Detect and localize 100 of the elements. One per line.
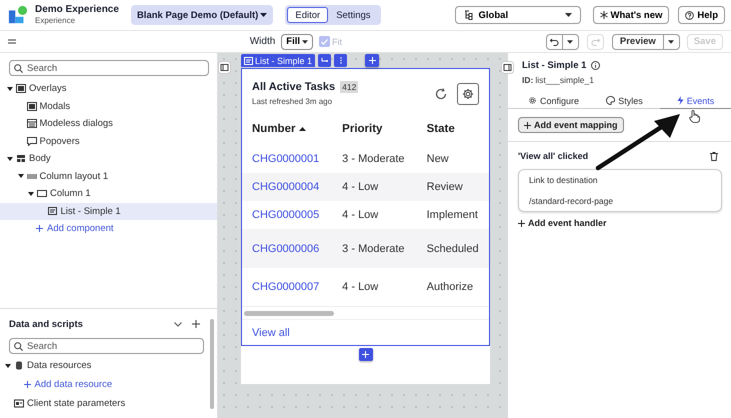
more-button[interactable] bbox=[334, 54, 348, 67]
redo-icon bbox=[590, 38, 600, 46]
mode-tab[interactable]: Settings bbox=[328, 7, 379, 23]
tree-node-icon bbox=[26, 172, 36, 181]
outline-item[interactable]: Popovers bbox=[0, 132, 217, 150]
scrollbar-thumb[interactable] bbox=[244, 310, 334, 316]
width-label: Width bbox=[250, 36, 276, 47]
record-link[interactable]: CHG0000006 bbox=[242, 229, 332, 268]
caret-icon bbox=[28, 190, 34, 197]
plus-icon bbox=[24, 381, 30, 388]
add-component-link[interactable]: Add component bbox=[0, 220, 217, 238]
outline-item[interactable]: Modals bbox=[0, 98, 217, 115]
tree-node-icon bbox=[37, 189, 47, 198]
tree-node-icon bbox=[14, 361, 24, 370]
info-icon[interactable] bbox=[591, 61, 600, 70]
id-value: list___simple_1 bbox=[535, 75, 594, 85]
plus-icon bbox=[36, 225, 43, 232]
table-cell: Authorize bbox=[416, 268, 489, 306]
plus-icon bbox=[368, 57, 376, 64]
gear-icon bbox=[528, 96, 537, 105]
refresh-icon[interactable] bbox=[435, 88, 447, 100]
settings-button[interactable] bbox=[457, 82, 479, 104]
column-header[interactable]: Priority bbox=[332, 113, 417, 145]
connect-button[interactable] bbox=[318, 54, 332, 67]
record-link[interactable]: CHG0000001 bbox=[242, 145, 332, 173]
whats-new-button[interactable]: What's new bbox=[592, 6, 670, 24]
hand-cursor-icon bbox=[689, 110, 700, 123]
record-link[interactable]: CHG0000007 bbox=[242, 268, 332, 306]
outline-item[interactable]: List - Simple 1 bbox=[0, 202, 217, 220]
outline-item[interactable]: Column 1 bbox=[0, 185, 217, 202]
outline-item[interactable]: Column layout 1 bbox=[0, 168, 217, 185]
outline-item[interactable]: Overlays bbox=[0, 80, 217, 98]
search-field[interactable]: Search bbox=[9, 338, 204, 354]
tree-node-icon bbox=[16, 154, 26, 164]
plus-icon[interactable] bbox=[192, 320, 200, 328]
search-field[interactable]: Search bbox=[9, 60, 209, 76]
add-button[interactable] bbox=[358, 348, 372, 361]
plus-icon bbox=[362, 351, 369, 358]
tree-node-icon bbox=[26, 136, 36, 146]
data-item[interactable]: Client state parameters bbox=[0, 394, 217, 413]
tree-node-icon bbox=[14, 399, 24, 408]
link-icon bbox=[321, 58, 328, 64]
id-label: ID: bbox=[522, 75, 534, 85]
preview-button[interactable]: Preview bbox=[612, 34, 664, 50]
collapse-panel-icon[interactable] bbox=[218, 61, 231, 74]
panel-title: Data and scripts bbox=[9, 318, 84, 330]
tree-node-icon bbox=[16, 84, 26, 94]
record-link[interactable]: CHG0000004 bbox=[242, 173, 332, 201]
collapse-panel-icon[interactable] bbox=[501, 61, 514, 74]
chevron-down-icon[interactable] bbox=[174, 322, 182, 326]
plus-icon bbox=[518, 220, 525, 226]
help-button[interactable]: Help bbox=[678, 6, 725, 24]
component-tag[interactable]: List - Simple 1 bbox=[241, 54, 316, 67]
list-title: All Active Tasks bbox=[252, 81, 336, 93]
palette-icon bbox=[606, 96, 616, 105]
inspector-tab[interactable]: Configure bbox=[518, 93, 589, 109]
data-item[interactable]: Data resources bbox=[0, 356, 217, 375]
event-title: 'View all' clicked bbox=[518, 151, 588, 161]
count-badge: 412 bbox=[340, 81, 358, 93]
inspector-tab[interactable]: Events bbox=[660, 93, 731, 109]
add-event-mapping-button[interactable]: Add event mapping bbox=[518, 117, 624, 133]
undo-button[interactable] bbox=[546, 34, 563, 50]
view-all-link[interactable]: View all bbox=[242, 320, 489, 345]
column-header[interactable]: State bbox=[416, 113, 489, 145]
fit-label: Fit bbox=[332, 36, 342, 46]
add-button[interactable] bbox=[365, 54, 380, 67]
event-handler-card[interactable]: Link to destination /standard-record-page bbox=[518, 169, 722, 212]
tree-node-icon bbox=[26, 102, 36, 111]
caret-icon bbox=[567, 40, 574, 44]
record-link[interactable]: CHG0000005 bbox=[242, 201, 332, 229]
search-icon bbox=[14, 64, 23, 73]
help-icon bbox=[685, 10, 694, 20]
outline-item[interactable]: Modeless dialogs bbox=[0, 115, 217, 132]
add-data-resource-link[interactable]: Add data resource bbox=[0, 375, 217, 394]
inspector-tab[interactable]: Styles bbox=[589, 93, 660, 109]
handler-action: Link to destination bbox=[529, 175, 599, 185]
refresh-time: Last refreshed 3m ago bbox=[252, 97, 334, 106]
app-subtitle: Experience bbox=[35, 15, 76, 26]
column-header[interactable]: Number bbox=[242, 113, 332, 145]
add-event-handler-button[interactable]: Add event handler bbox=[518, 218, 607, 228]
settings-icon bbox=[462, 88, 474, 100]
table-cell: 4 - Low bbox=[332, 201, 417, 229]
table-cell: Review bbox=[416, 173, 489, 201]
table-cell: 4 - Low bbox=[332, 268, 417, 306]
plus-icon bbox=[524, 122, 531, 128]
table-cell: Implement bbox=[416, 201, 489, 229]
menu-icon[interactable] bbox=[8, 39, 16, 44]
undo-menu-button[interactable] bbox=[562, 34, 579, 50]
width-dropdown[interactable]: Fill bbox=[281, 34, 314, 50]
mode-tab[interactable]: Editor bbox=[287, 7, 328, 23]
page-dropdown[interactable]: Blank Page Demo (Default) bbox=[130, 5, 274, 25]
preview-menu-button[interactable] bbox=[664, 34, 680, 50]
search-icon bbox=[14, 342, 23, 351]
table-cell: Scheduled bbox=[416, 229, 489, 268]
scrollbar[interactable] bbox=[210, 319, 214, 409]
trash-icon[interactable] bbox=[710, 152, 718, 160]
scope-dropdown[interactable]: Global bbox=[454, 6, 581, 24]
lightning-icon bbox=[676, 96, 684, 105]
outline-item[interactable]: Body bbox=[0, 150, 217, 168]
hierarchy-icon bbox=[464, 10, 474, 20]
